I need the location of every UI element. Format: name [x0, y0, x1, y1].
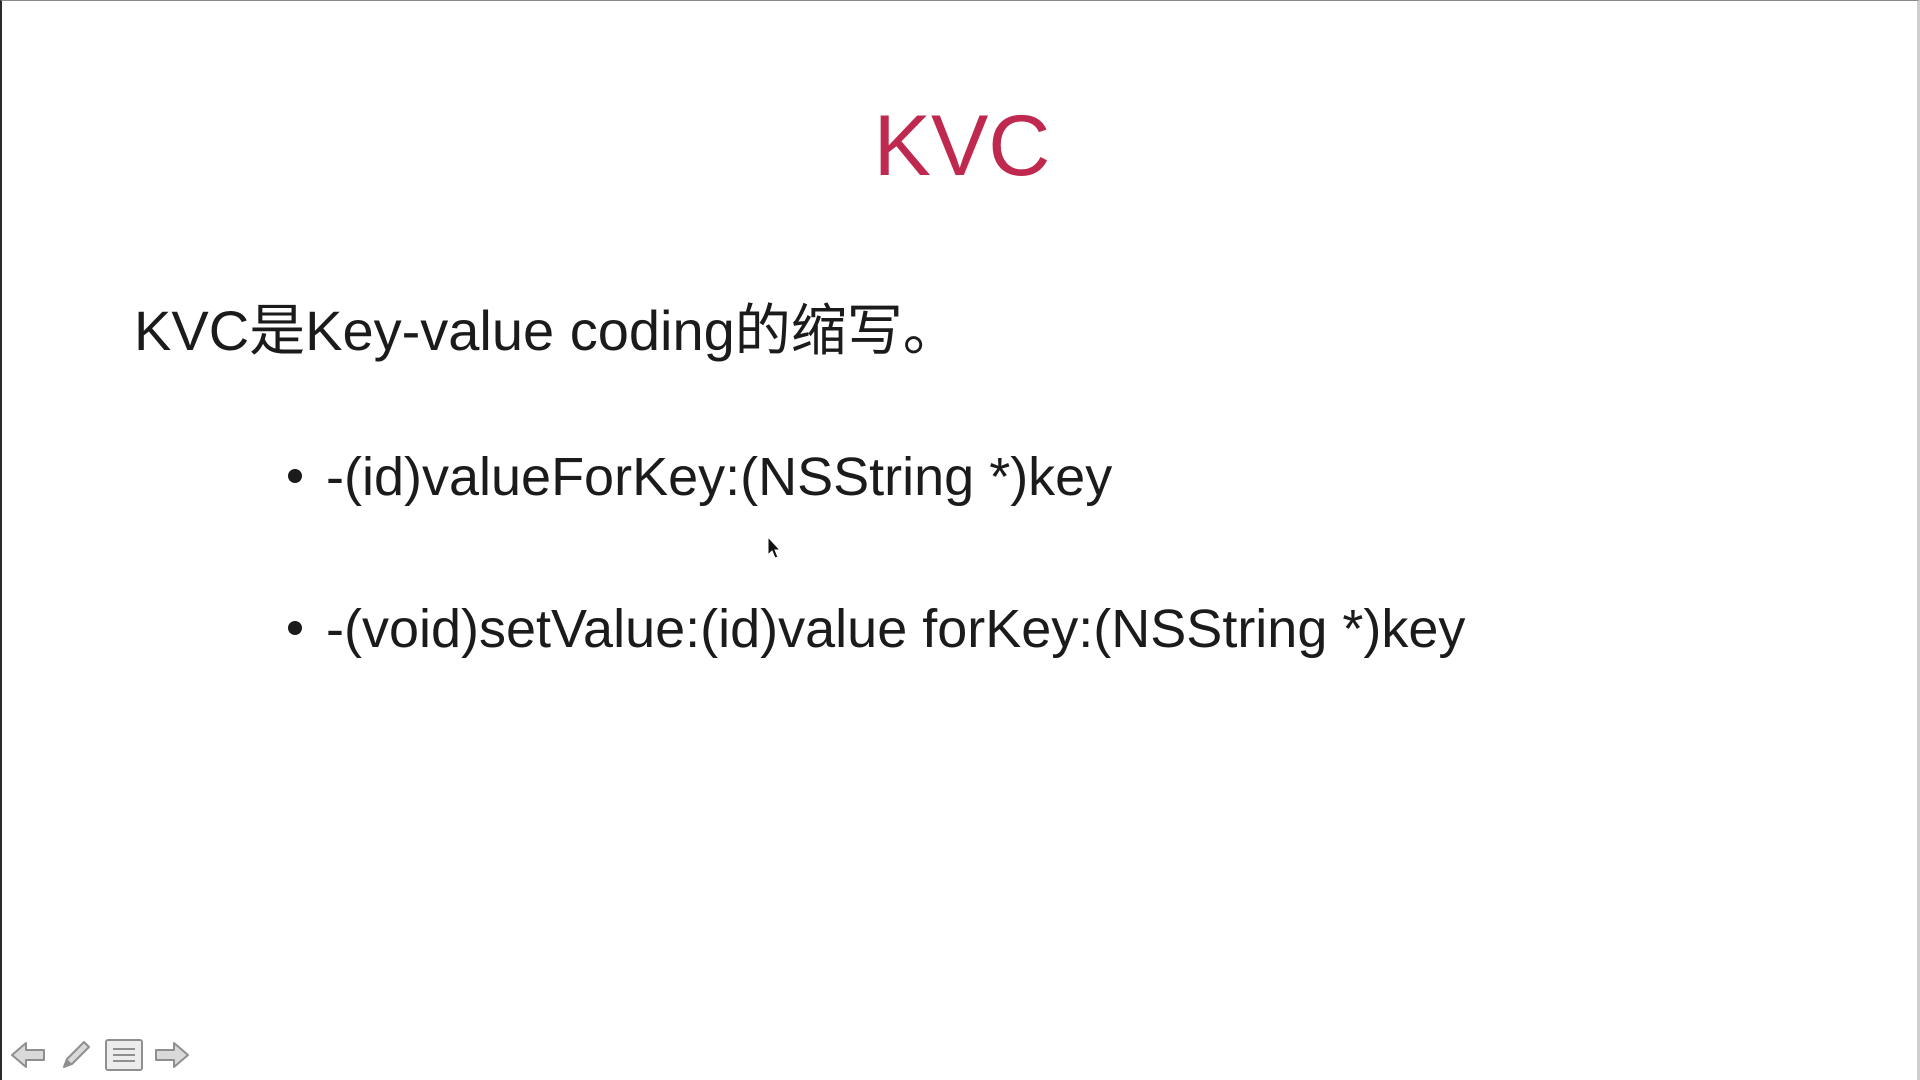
- slide-title: KVC: [873, 98, 1051, 194]
- bullet-item: -(id)valueForKey:(NSString *)key: [282, 441, 1465, 513]
- slide: KVC KVC是Key-value coding的缩写。 -(id)valueF…: [0, 0, 1920, 1080]
- previous-slide-button[interactable]: [8, 1037, 48, 1077]
- presentation-toolbar: [8, 1037, 192, 1077]
- menu-icon: [104, 1038, 144, 1077]
- arrow-left-icon: [10, 1040, 46, 1075]
- pen-icon: [58, 1037, 94, 1078]
- arrow-right-icon: [154, 1040, 190, 1075]
- bullet-dot: [288, 621, 302, 635]
- slide-intro-text: KVC是Key-value coding的缩写。: [134, 299, 959, 362]
- bullet-text: -(void)setValue:(id)value forKey:(NSStri…: [326, 599, 1466, 659]
- mouse-pointer-icon: [767, 535, 782, 560]
- bullet-text: -(id)valueForKey:(NSString *)key: [326, 447, 1113, 507]
- next-slide-button[interactable]: [152, 1037, 192, 1077]
- slide-menu-button[interactable]: [104, 1037, 144, 1077]
- bullet-list: -(id)valueForKey:(NSString *)key -(void)…: [282, 441, 1465, 745]
- bullet-dot: [288, 469, 302, 483]
- pen-tool-button[interactable]: [56, 1037, 96, 1077]
- bullet-item: -(void)setValue:(id)value forKey:(NSStri…: [282, 593, 1465, 665]
